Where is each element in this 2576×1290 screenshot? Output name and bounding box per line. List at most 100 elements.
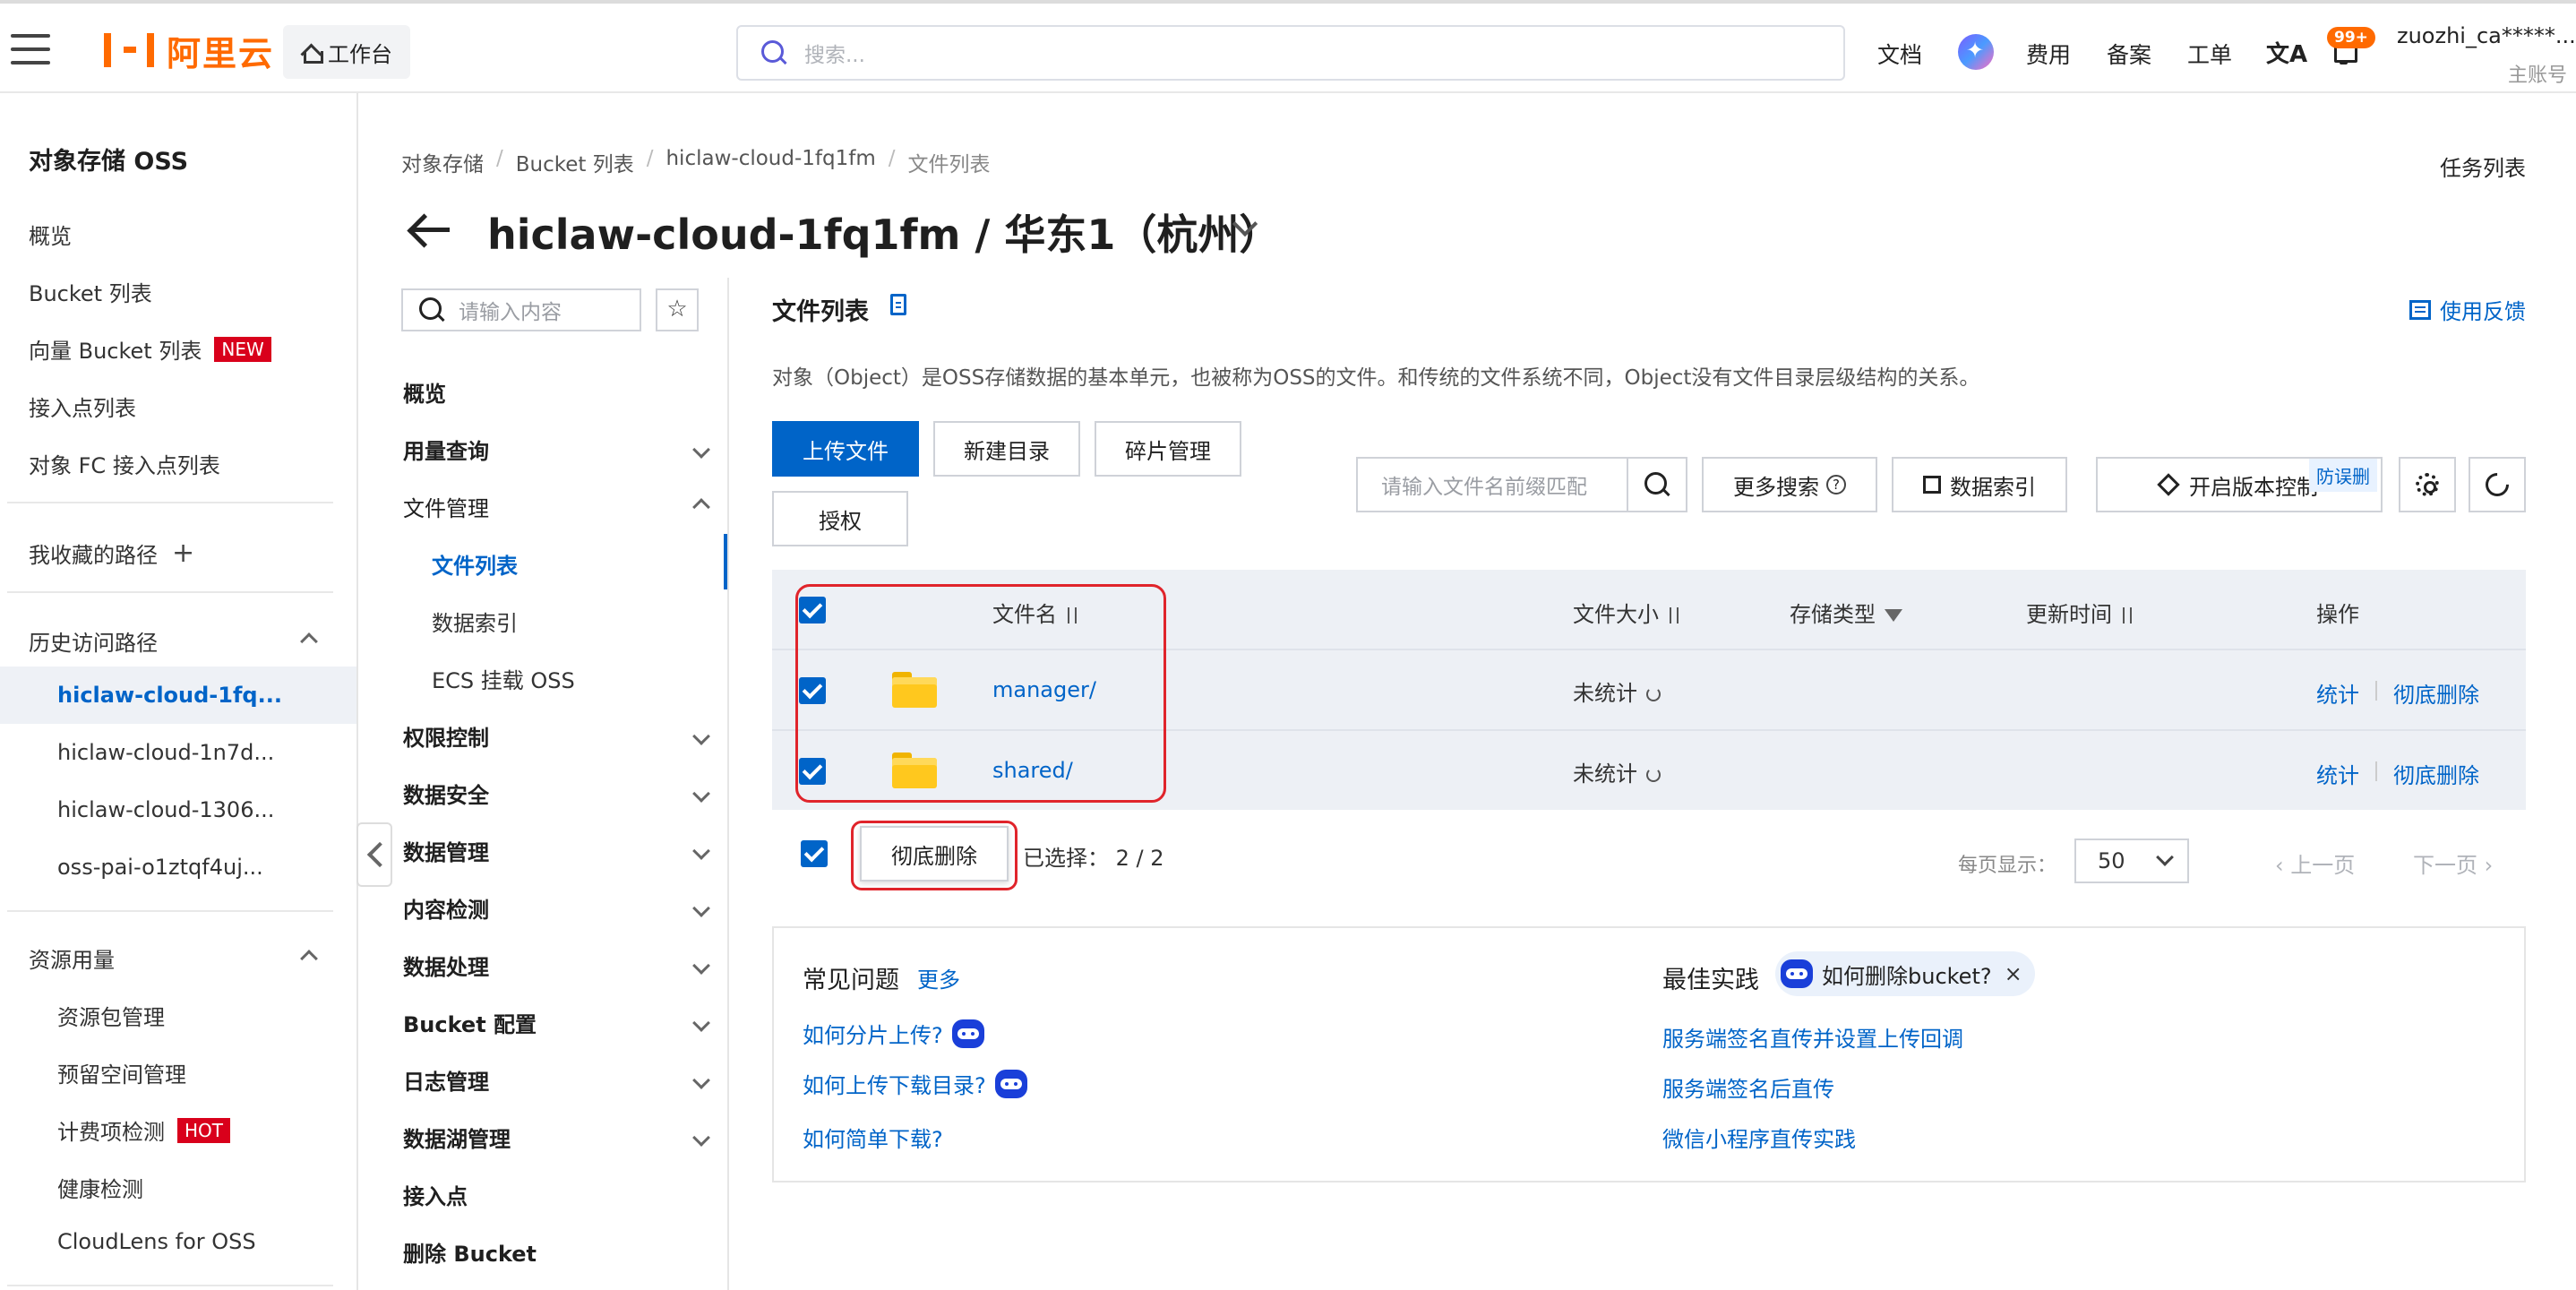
prev-page-button[interactable]: ‹ 上一页 — [2275, 847, 2355, 879]
sidebar-item-vector-bucket[interactable]: 向量 Bucket 列表 NEW — [29, 333, 271, 365]
history-item[interactable]: oss-pai-o1ztqf4uj... — [57, 855, 263, 880]
delete-permanently-link[interactable]: 彻底删除 — [2393, 758, 2479, 789]
nav-item-data-security[interactable]: 数据安全 — [403, 778, 710, 809]
nav-item-log-management[interactable]: 日志管理 — [403, 1064, 710, 1096]
sidebar-item-fc-access-points[interactable]: 对象 FC 接入点列表 — [29, 448, 220, 479]
sidebar-item-overview[interactable]: 概览 — [29, 219, 72, 250]
best-practice-link[interactable]: 微信小程序直传实践 — [1662, 1122, 1856, 1153]
refresh-button[interactable] — [2469, 457, 2526, 512]
per-page-select[interactable]: 50 — [2074, 838, 2189, 883]
nav-search-input[interactable]: 请输入内容 — [401, 288, 641, 331]
ai-question-chip[interactable]: 如何删除bucket? × — [1775, 951, 2035, 996]
nav-item-data-management[interactable]: 数据管理 — [403, 835, 710, 866]
sort-icon[interactable] — [2121, 606, 2135, 625]
filter-icon[interactable] — [1885, 609, 1902, 622]
menu-icon[interactable] — [11, 34, 50, 64]
nav-item-bucket-config[interactable]: Bucket 配置 — [403, 1007, 710, 1038]
star-icon[interactable]: ☆ — [656, 288, 699, 331]
best-practice-link[interactable]: 服务端签名后直传 — [1662, 1071, 1834, 1103]
content-description: 对象（Object）是OSS存储数据的基本单元，也被称为OSS的文件。和传统的文… — [772, 366, 1980, 390]
sidebar-item-access-points[interactable]: 接入点列表 — [29, 391, 136, 422]
nav-item-content-check[interactable]: 内容检测 — [403, 892, 710, 924]
footer-select-all-checkbox[interactable] — [801, 840, 828, 867]
nav-item-file-management[interactable]: 文件管理 — [403, 491, 710, 522]
file-search-button[interactable] — [1627, 457, 1687, 512]
plus-icon[interactable]: + — [172, 538, 194, 569]
chevron-down-icon — [2156, 848, 2174, 866]
new-directory-button[interactable]: 新建目录 — [933, 421, 1080, 477]
resource-item-billing[interactable]: 计费项检测 HOT — [57, 1114, 230, 1146]
nav-item-overview[interactable]: 概览 — [403, 376, 708, 408]
search-icon — [1644, 472, 1670, 497]
faq-link[interactable]: 如何分片上传? — [803, 1018, 984, 1049]
global-search-input[interactable]: 搜索... — [736, 25, 1845, 81]
column-header-updated[interactable]: 更新时间 — [2026, 597, 2135, 628]
clipboard-icon[interactable] — [890, 294, 906, 315]
per-page-value: 50 — [2098, 848, 2125, 873]
language-icon[interactable]: 文A — [2266, 36, 2307, 69]
column-header-size[interactable]: 文件大小 — [1573, 597, 1682, 628]
history-item[interactable]: hiclaw-cloud-1306... — [57, 797, 274, 822]
resource-item[interactable]: 预留空间管理 — [57, 1057, 186, 1088]
faq-link[interactable]: 如何简单下载? — [803, 1122, 943, 1153]
resource-section-header[interactable]: 资源用量 — [29, 942, 318, 974]
nav-item-file-list[interactable]: 文件列表 — [432, 548, 518, 580]
workbench-button[interactable]: 工作台 — [283, 25, 410, 79]
collapse-sidebar-handle[interactable] — [356, 822, 392, 887]
best-practice-link[interactable]: 服务端签名直传并设置上传回调 — [1662, 1021, 1963, 1053]
aliyun-logo[interactable]: 阿里云 — [104, 29, 274, 73]
next-page-button[interactable]: 下一页 › — [2413, 847, 2493, 879]
resource-item[interactable]: CloudLens for OSS — [57, 1229, 256, 1254]
file-prefix-search-input[interactable]: 请输入文件名前缀匹配 — [1356, 457, 1627, 512]
delete-permanently-link[interactable]: 彻底删除 — [2393, 677, 2479, 709]
stat-link[interactable]: 统计 — [2316, 677, 2359, 709]
task-list-link[interactable]: 任务列表 — [2440, 150, 2526, 182]
username[interactable]: zuozhi_ca*****... — [2397, 23, 2576, 48]
back-arrow-icon[interactable] — [407, 211, 451, 247]
resource-item[interactable]: 健康检测 — [57, 1172, 143, 1203]
breadcrumb-item[interactable]: hiclaw-cloud-1fq1fm — [665, 147, 875, 177]
nav-item-datalake[interactable]: 数据湖管理 — [403, 1122, 710, 1153]
ai-assistant-icon[interactable] — [1958, 34, 1994, 70]
upload-file-button[interactable]: 上传文件 — [772, 421, 919, 477]
fees-link[interactable]: 费用 — [2026, 38, 2071, 70]
settings-button[interactable] — [2399, 457, 2456, 512]
resource-item[interactable]: 资源包管理 — [57, 1000, 165, 1031]
beian-link[interactable]: 备案 — [2107, 38, 2151, 70]
data-index-button[interactable]: 数据索引 — [1892, 457, 2067, 512]
chevron-up-icon — [300, 632, 318, 650]
breadcrumb-item[interactable]: Bucket 列表 — [516, 147, 634, 177]
faq-more-link[interactable]: 更多 — [917, 962, 960, 993]
authorize-button[interactable]: 授权 — [772, 491, 908, 546]
column-label: 更新时间 — [2026, 602, 2112, 627]
nav-item-permission[interactable]: 权限控制 — [403, 720, 710, 752]
column-header-storage[interactable]: 存储类型 — [1790, 597, 1902, 628]
nav-item-usage[interactable]: 用量查询 — [403, 434, 710, 465]
sidebar-item-favorites[interactable]: 我收藏的路径 + — [29, 538, 194, 569]
ticket-link[interactable]: 工单 — [2187, 38, 2232, 70]
bulk-delete-button[interactable]: 彻底删除 — [860, 826, 1009, 882]
breadcrumb-current: 文件列表 — [907, 153, 991, 176]
nav-item-data-index[interactable]: 数据索引 — [432, 606, 518, 637]
fragment-management-button[interactable]: 碎片管理 — [1095, 421, 1241, 477]
docs-link[interactable]: 文档 — [1877, 38, 1922, 70]
nav-label: 数据湖管理 — [403, 1127, 511, 1152]
nav-item-data-processing[interactable]: 数据处理 — [403, 950, 710, 981]
close-icon[interactable]: × — [2005, 961, 2022, 986]
nav-item-ecs-mount[interactable]: ECS 挂载 OSS — [432, 663, 575, 694]
history-item[interactable]: hiclaw-cloud-1fq... — [57, 683, 282, 708]
refresh-icon[interactable] — [1646, 687, 1661, 701]
stat-link[interactable]: 统计 — [2316, 758, 2359, 789]
faq-link[interactable]: 如何上传下载目录? — [803, 1068, 1027, 1099]
breadcrumb-item[interactable]: 对象存储 — [401, 147, 484, 177]
sidebar-item-bucket-list[interactable]: Bucket 列表 — [29, 276, 152, 307]
nav-item-delete-bucket[interactable]: 删除 Bucket — [403, 1236, 708, 1268]
more-search-button[interactable]: 更多搜索 ? — [1702, 457, 1877, 512]
nav-item-access-point[interactable]: 接入点 — [403, 1179, 708, 1210]
history-item[interactable]: hiclaw-cloud-1n7d... — [57, 740, 274, 765]
feedback-link[interactable]: 使用反馈 — [2409, 294, 2526, 325]
history-section-header[interactable]: 历史访问路径 — [29, 625, 318, 657]
favorites-label: 我收藏的路径 — [29, 543, 158, 568]
sort-icon[interactable] — [1668, 606, 1682, 625]
refresh-icon[interactable] — [1646, 768, 1661, 782]
